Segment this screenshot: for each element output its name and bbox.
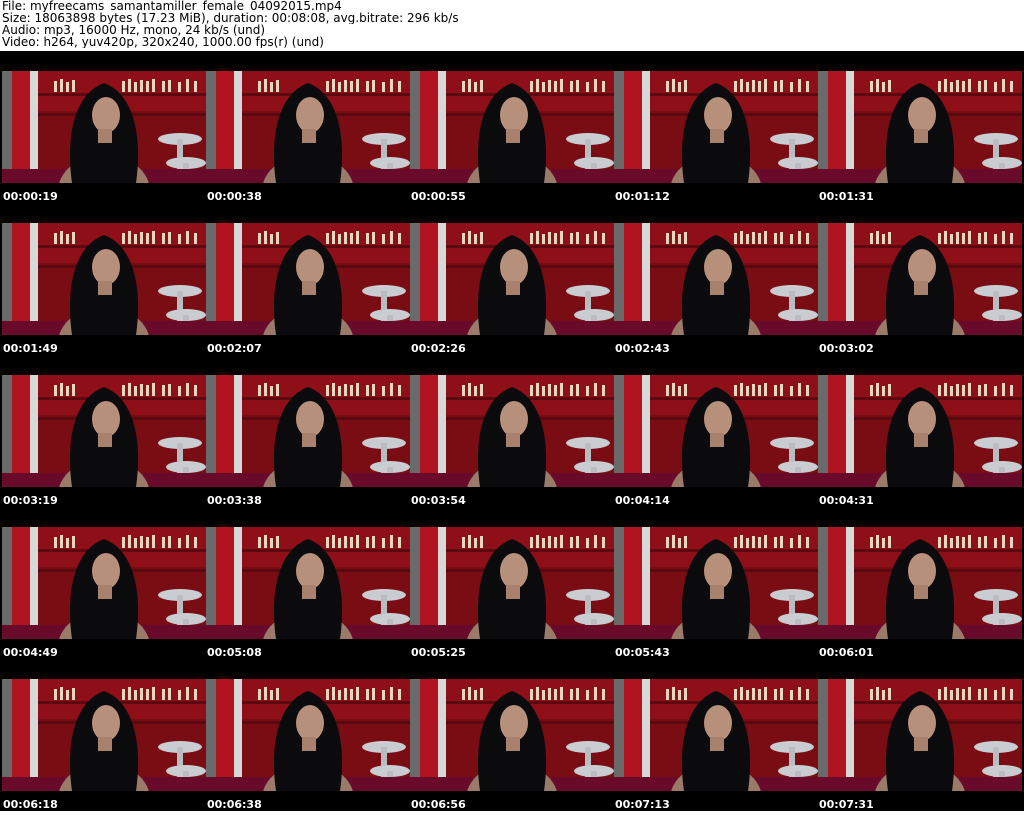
frame-timestamp: 00:00:19 [3,190,58,203]
thumbnail-cell: 00:06:01 [818,527,1022,679]
thumbnail-cell: 00:03:02 [818,223,1022,375]
thumbnail-cell: 00:02:07 [206,223,410,375]
frame-timestamp: 00:01:12 [615,190,670,203]
frame-timestamp: 00:04:49 [3,646,58,659]
video-frame-image [410,679,614,791]
video-frame-image [2,527,206,639]
frame-timestamp: 00:04:31 [819,494,874,507]
video-frame-image [614,527,818,639]
thumbnail-cell: 00:05:43 [614,527,818,679]
thumbnail-cell: 00:00:55 [410,71,614,223]
frame-timestamp: 00:01:49 [3,342,58,355]
thumbnail-cell: 00:00:19 [2,71,206,223]
frame-timestamp: 00:02:07 [207,342,262,355]
thumbnail-cell: 00:04:31 [818,375,1022,527]
video-frame-image [2,375,206,487]
info-header: File: myfreecams_samantamiller_female_04… [0,0,1024,51]
video-frame-image [2,223,206,335]
video-frame-image [206,223,410,335]
video-frame-image [206,375,410,487]
video-info-line: Video: h264, yuv420p, 320x240, 1000.00 f… [2,36,324,48]
frame-timestamp: 00:06:01 [819,646,874,659]
video-frame-image [410,223,614,335]
thumbnail-cell: 00:00:38 [206,71,410,223]
video-frame-image [614,223,818,335]
frame-timestamp: 00:01:31 [819,190,874,203]
frame-timestamp: 00:05:25 [411,646,466,659]
thumbnail-cell: 00:05:08 [206,527,410,679]
video-frame-image [410,375,614,487]
contact-sheet: 00:00:19 00:00:38 00:00:55 00:01:12 00:0… [0,51,1024,811]
frame-timestamp: 00:00:38 [207,190,262,203]
video-frame-image [818,375,1022,487]
thumbnail-cell: 00:01:31 [818,71,1022,223]
video-frame-image [2,679,206,791]
video-frame-image [206,71,410,183]
thumbnail-cell: 00:07:31 [818,679,1022,831]
thumbnail-cell: 00:05:25 [410,527,614,679]
thumbnail-cell: 00:03:54 [410,375,614,527]
frame-timestamp: 00:03:38 [207,494,262,507]
video-frame-image [614,679,818,791]
video-frame-image [410,71,614,183]
file-size-line: Size: 18063898 bytes (17.23 MiB), durati… [2,12,459,24]
frame-timestamp: 00:04:14 [615,494,670,507]
thumbnail-cell: 00:04:14 [614,375,818,527]
frame-timestamp: 00:06:18 [3,798,58,811]
video-frame-image [818,527,1022,639]
frame-timestamp: 00:03:54 [411,494,466,507]
thumbnail-cell: 00:07:13 [614,679,818,831]
thumbnail-grid: 00:00:19 00:00:38 00:00:55 00:01:12 00:0… [2,71,1022,811]
thumbnail-cell: 00:02:43 [614,223,818,375]
video-frame-image [206,679,410,791]
thumbnail-cell: 00:03:19 [2,375,206,527]
video-frame-image [2,71,206,183]
frame-timestamp: 00:02:43 [615,342,670,355]
thumbnail-cell: 00:06:56 [410,679,614,831]
video-frame-image [614,375,818,487]
video-frame-image [818,223,1022,335]
frame-timestamp: 00:02:26 [411,342,466,355]
frame-timestamp: 00:00:55 [411,190,466,203]
frame-timestamp: 00:05:08 [207,646,262,659]
frame-timestamp: 00:03:02 [819,342,874,355]
frame-timestamp: 00:03:19 [3,494,58,507]
video-frame-image [206,527,410,639]
thumbnail-cell: 00:06:38 [206,679,410,831]
frame-timestamp: 00:05:43 [615,646,670,659]
frame-timestamp: 00:06:38 [207,798,262,811]
thumbnail-cell: 00:01:12 [614,71,818,223]
file-name-line: File: myfreecams_samantamiller_female_04… [2,0,342,12]
thumbnail-cell: 00:02:26 [410,223,614,375]
frame-timestamp: 00:07:31 [819,798,874,811]
video-frame-image [410,527,614,639]
frame-timestamp: 00:06:56 [411,798,466,811]
video-frame-image [818,679,1022,791]
thumbnail-cell: 00:04:49 [2,527,206,679]
video-frame-image [818,71,1022,183]
thumbnail-cell: 00:01:49 [2,223,206,375]
thumbnail-cell: 00:06:18 [2,679,206,831]
audio-info-line: Audio: mp3, 16000 Hz, mono, 24 kb/s (und… [2,24,266,36]
frame-timestamp: 00:07:13 [615,798,670,811]
video-frame-image [614,71,818,183]
thumbnail-cell: 00:03:38 [206,375,410,527]
